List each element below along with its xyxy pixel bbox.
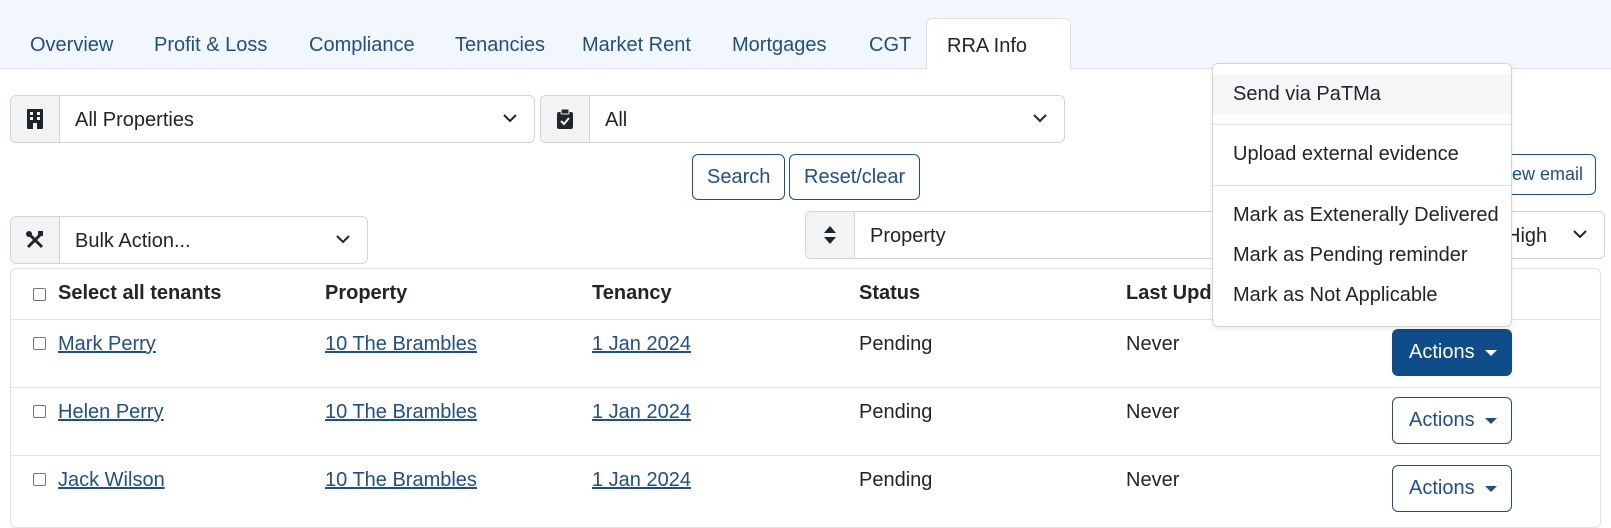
header-select-all: Select all tenants — [58, 282, 222, 304]
last-updated-value: Never — [1126, 333, 1180, 355]
chevron-down-icon — [503, 114, 517, 123]
property-link[interactable]: 10 The Brambles — [325, 333, 477, 356]
menu-item-mark-not-applicable[interactable]: Mark as Not Applicable — [1213, 275, 1511, 315]
clipboard-check-icon — [541, 96, 590, 142]
menu-item-mark-pending-reminder[interactable]: Mark as Pending reminder — [1213, 235, 1511, 275]
actions-label: Actions — [1409, 477, 1475, 499]
actions-label: Actions — [1409, 341, 1475, 363]
last-updated-value: Never — [1126, 401, 1180, 423]
header-property: Property — [325, 282, 408, 304]
tenancy-link[interactable]: 1 Jan 2024 — [592, 401, 691, 424]
caret-down-icon — [1485, 350, 1497, 356]
status-filter-value: All — [605, 109, 628, 131]
property-link[interactable]: 10 The Brambles — [325, 469, 477, 492]
menu-divider — [1213, 124, 1511, 125]
menu-item-upload-external-evidence[interactable]: Upload external evidence — [1213, 134, 1511, 174]
tenant-link[interactable]: Mark Perry — [58, 333, 156, 356]
header-last-updated: Last Upda — [1126, 282, 1223, 304]
tools-icon — [11, 217, 60, 263]
row-checkbox[interactable] — [33, 405, 46, 418]
caret-down-icon — [1485, 418, 1497, 424]
caret-down-icon — [1485, 486, 1497, 492]
last-updated-value: Never — [1126, 469, 1180, 491]
bulk-action-select[interactable]: Bulk Action... — [10, 216, 368, 264]
tab-cgt[interactable]: CGT — [849, 18, 931, 69]
select-all-checkbox[interactable] — [33, 288, 46, 301]
tab-mortgages[interactable]: Mortgages — [712, 18, 847, 69]
row-checkbox[interactable] — [33, 473, 46, 486]
tab-market-rent[interactable]: Market Rent — [562, 18, 711, 69]
status-value: Pending — [859, 333, 933, 355]
menu-item-mark-externally-delivered[interactable]: Mark as Extenerally Delivered — [1213, 195, 1511, 235]
property-filter-value: All Properties — [75, 109, 194, 131]
tenancy-link[interactable]: 1 Jan 2024 — [592, 333, 691, 356]
status-filter[interactable]: All — [540, 95, 1065, 143]
building-icon — [11, 96, 60, 142]
table-row: Mark Perry 10 The Brambles 1 Jan 2024 Pe… — [11, 319, 1600, 388]
menu-item-send-via-patma[interactable]: Send via PaTMa — [1213, 74, 1511, 114]
bulk-action-value: Bulk Action... — [75, 230, 191, 252]
property-link[interactable]: 10 The Brambles — [325, 401, 477, 424]
tab-compliance[interactable]: Compliance — [289, 18, 435, 69]
status-value: Pending — [859, 401, 933, 423]
sort-icon — [806, 212, 855, 258]
chevron-down-icon — [336, 235, 350, 244]
sort-direction-value: High — [1506, 225, 1548, 247]
tab-overview[interactable]: Overview — [10, 18, 133, 69]
tab-rra-info[interactable]: RRA Info — [926, 18, 1071, 70]
tenant-link[interactable]: Helen Perry — [58, 401, 164, 424]
chevron-down-icon — [1573, 230, 1587, 239]
actions-button[interactable]: Actions — [1392, 397, 1512, 444]
tab-bar: Overview Profit & Loss Compliance Tenanc… — [0, 0, 1611, 70]
header-tenancy: Tenancy — [592, 282, 672, 304]
tenancy-link[interactable]: 1 Jan 2024 — [592, 469, 691, 492]
actions-button[interactable]: Actions — [1392, 329, 1512, 376]
tab-profit-loss[interactable]: Profit & Loss — [134, 18, 287, 69]
table-row: Helen Perry 10 The Brambles 1 Jan 2024 P… — [11, 387, 1600, 456]
actions-dropdown-menu: Send via PaTMa Upload external evidence … — [1212, 63, 1512, 327]
actions-button[interactable]: Actions — [1392, 465, 1512, 512]
tab-tenancies[interactable]: Tenancies — [435, 18, 565, 69]
actions-label: Actions — [1409, 409, 1475, 431]
reset-clear-button[interactable]: Reset/clear — [789, 154, 921, 200]
menu-divider — [1213, 185, 1511, 186]
tenant-link[interactable]: Jack Wilson — [58, 469, 165, 492]
status-value: Pending — [859, 469, 933, 491]
chevron-down-icon — [1033, 114, 1047, 123]
property-filter[interactable]: All Properties — [10, 95, 535, 143]
search-button[interactable]: Search — [692, 154, 786, 200]
row-checkbox[interactable] — [33, 337, 46, 350]
header-status: Status — [859, 282, 921, 304]
table-row: Jack Wilson 10 The Brambles 1 Jan 2024 P… — [11, 455, 1600, 527]
